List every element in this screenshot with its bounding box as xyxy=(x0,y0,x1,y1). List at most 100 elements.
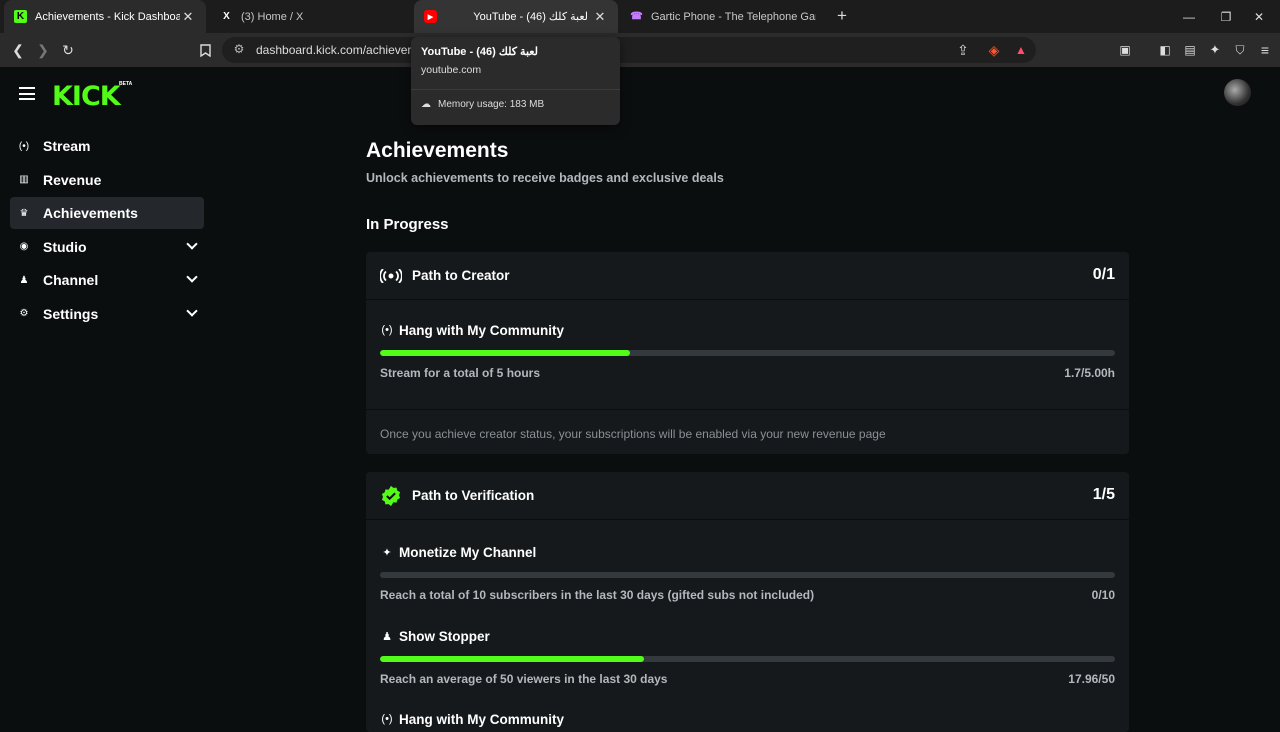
sidebar-item-label: Channel xyxy=(43,272,99,288)
share-icon[interactable]: ⇪ xyxy=(953,40,973,60)
studio-icon: ◉ xyxy=(19,241,29,252)
card-header: Path to Creator 0/1 xyxy=(366,252,1129,300)
tab-gartic[interactable]: ☎ Gartic Phone - The Telephone Game xyxy=(620,0,826,33)
sidebar-item-channel[interactable]: ♟ Channel xyxy=(10,264,204,296)
chevron-down-icon[interactable] xyxy=(186,304,198,317)
close-window-button[interactable]: ✕ xyxy=(1236,0,1280,33)
sidebar-item-label: Settings xyxy=(43,305,99,322)
tab-hover-tooltip: YouTube - لعبة كلك (46) youtube.com ☁ Me… xyxy=(411,37,620,125)
achievement-card-verification: Path to Verification 1/5 ✦ Monetize My C… xyxy=(366,472,1129,732)
kick-favicon-icon: K xyxy=(14,10,27,23)
browser-toolbar: ❮ ❯ ↻ ⚙ dashboard.kick.com/achievements … xyxy=(0,33,1280,67)
section-title: In Progress xyxy=(366,216,449,233)
reader-icon[interactable]: ▣ xyxy=(1115,40,1135,60)
chart-icon: ▥ xyxy=(19,174,29,185)
forward-button[interactable]: ❯ xyxy=(33,40,53,60)
vpn-icon[interactable]: ⛉ xyxy=(1230,40,1250,60)
avatar[interactable] xyxy=(1224,79,1251,106)
phone-favicon-icon: ☎ xyxy=(630,11,643,22)
broadcast-icon: (•) xyxy=(381,324,393,336)
users-icon: ♟ xyxy=(382,631,392,643)
chevron-down-icon[interactable] xyxy=(186,271,198,283)
sparkle-icon: ✦ xyxy=(382,547,392,559)
kick-logo[interactable]: KICK xyxy=(52,81,121,112)
task-title: Hang with My Community xyxy=(399,323,564,338)
progress-bar xyxy=(380,656,1115,662)
bookmark-icon[interactable] xyxy=(195,40,215,60)
tab-title: Achievements - Kick Dashboard xyxy=(35,10,180,23)
tab-title: YouTube - لعبة كلك (46) xyxy=(473,11,588,23)
back-button[interactable]: ❮ xyxy=(8,40,28,60)
verified-badge-icon xyxy=(380,485,402,507)
address-bar[interactable]: ⚙ dashboard.kick.com/achievements xyxy=(222,37,1036,63)
trophy-icon: ♛ xyxy=(19,207,29,219)
divider xyxy=(366,409,1129,410)
site-info-icon[interactable]: ⚙ xyxy=(231,42,247,58)
task-description: Reach an average of 50 viewers in the la… xyxy=(380,672,668,686)
url-text: dashboard.kick.com/achievements xyxy=(256,43,416,57)
sidebar-item-label: Studio xyxy=(43,238,87,255)
tab-title: Gartic Phone - The Telephone Game xyxy=(651,10,816,23)
broadcast-icon xyxy=(380,265,402,287)
gear-icon: ⚙ xyxy=(19,308,29,319)
close-icon[interactable]: ✕ xyxy=(180,9,196,25)
brave-rewards-icon[interactable]: ▲ xyxy=(1011,40,1031,60)
memory-icon: ☁ xyxy=(421,99,431,110)
youtube-favicon-icon: ▶ xyxy=(424,10,437,23)
sidebar-item-stream[interactable]: (•) Stream xyxy=(10,130,204,162)
kick-dashboard-page: KICK BETA (•) Stream ▥ Revenue ♛ Achieve… xyxy=(0,67,1280,732)
tooltip-divider xyxy=(411,89,620,90)
task-value: 0/10 xyxy=(1091,588,1115,602)
sidebar-item-settings[interactable]: ⚙ Settings xyxy=(10,298,204,330)
sidebar-item-label: Achievements xyxy=(43,205,138,221)
sidebar-item-studio[interactable]: ◉ Studio xyxy=(10,231,204,263)
sidebar-icon[interactable]: ◧ xyxy=(1155,40,1175,60)
close-icon[interactable]: ✕ xyxy=(592,9,608,25)
task-value: 17.96/50 xyxy=(1068,672,1115,686)
card-note: Once you achieve creator status, your su… xyxy=(380,427,886,441)
card-count: 0/1 xyxy=(1092,266,1115,283)
progress-bar xyxy=(380,350,1115,356)
leo-ai-icon[interactable]: ✦ xyxy=(1205,40,1225,60)
wallet-icon[interactable]: ▤ xyxy=(1180,40,1200,60)
broadcast-icon: (•) xyxy=(381,713,393,725)
task-title: Monetize My Channel xyxy=(399,545,537,560)
brave-shields-icon[interactable]: ◈ xyxy=(984,40,1004,60)
reload-button[interactable]: ↻ xyxy=(58,40,78,60)
memory-text: Memory usage: 183 MB xyxy=(438,99,545,110)
sidebar-item-label: Stream xyxy=(43,138,91,154)
tab-youtube[interactable]: ▶ YouTube - لعبة كلك (46) ✕ xyxy=(414,0,618,33)
channel-icon: ♟ xyxy=(19,274,29,286)
task-value: 1.7/5.00h xyxy=(1064,366,1115,380)
page-subtitle: Unlock achievements to receive badges an… xyxy=(366,171,724,185)
achievement-card-creator: Path to Creator 0/1 (•) Hang with My Com… xyxy=(366,252,1129,454)
task-title: Show Stopper xyxy=(399,629,490,644)
chevron-down-icon[interactable] xyxy=(186,237,198,250)
x-favicon-icon: X xyxy=(223,11,230,22)
hamburger-menu-icon[interactable] xyxy=(19,87,35,101)
menu-icon[interactable]: ≡ xyxy=(1255,40,1275,60)
page-title: Achievements xyxy=(366,139,509,162)
card-header: Path to Verification 1/5 xyxy=(366,472,1129,520)
task-description: Reach a total of 10 subscribers in the l… xyxy=(380,588,815,602)
tab-kick-achievements[interactable]: K Achievements - Kick Dashboard ✕ xyxy=(4,0,206,33)
sidebar-item-revenue[interactable]: ▥ Revenue xyxy=(10,164,204,196)
card-count: 1/5 xyxy=(1092,486,1115,503)
new-tab-button[interactable]: + xyxy=(832,6,852,26)
sidebar-nav: (•) Stream ▥ Revenue ♛ Achievements ◉ St… xyxy=(10,130,204,331)
task-description: Stream for a total of 5 hours xyxy=(380,366,541,380)
sidebar-item-achievements[interactable]: ♛ Achievements xyxy=(10,197,204,229)
card-title: Path to Creator xyxy=(412,268,510,283)
progress-fill xyxy=(380,350,630,356)
tab-title: (3) Home / X xyxy=(241,10,304,23)
card-title: Path to Verification xyxy=(412,488,535,503)
tab-bar: K Achievements - Kick Dashboard ✕ X (3) … xyxy=(0,0,1280,33)
beta-badge: BETA xyxy=(119,81,133,87)
progress-fill xyxy=(380,656,644,662)
tooltip-domain: youtube.com xyxy=(421,64,482,76)
tab-x-home[interactable]: X (3) Home / X xyxy=(210,0,410,33)
broadcast-icon: (•) xyxy=(18,140,30,152)
tooltip-memory: ☁ Memory usage: 183 MB xyxy=(421,99,544,110)
progress-bar xyxy=(380,572,1115,578)
tooltip-title: YouTube - لعبة كلك (46) xyxy=(421,46,538,58)
